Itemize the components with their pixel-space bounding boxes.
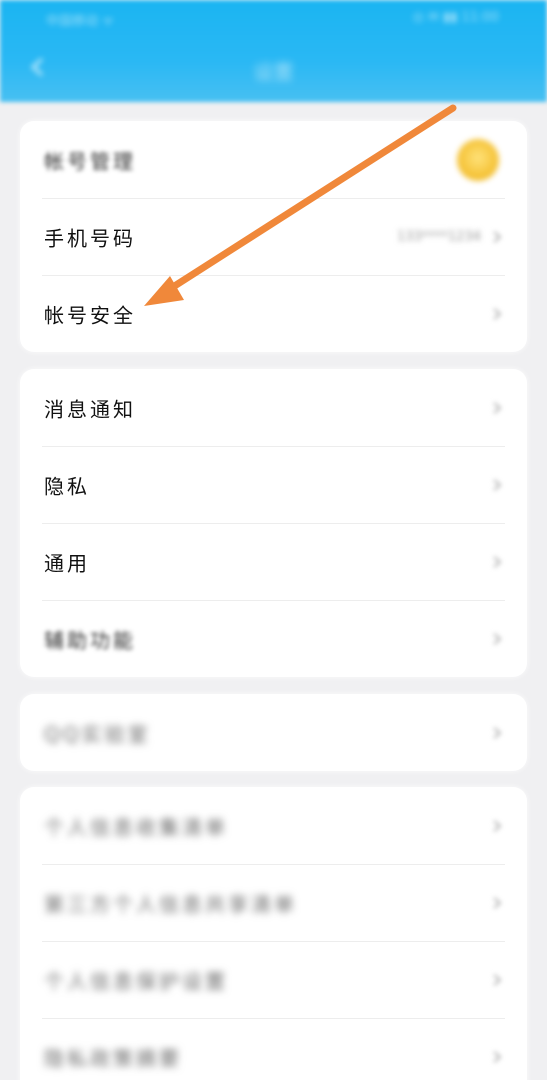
chevron-right-icon [493,819,501,832]
account-security-row[interactable]: 帐号安全 [20,275,527,352]
lab-section: QQ实验室 [20,694,527,771]
page-title: 设置 [253,60,294,84]
carrier-text: 中国移动 ᯤ [46,14,115,29]
phone-number-row[interactable]: 手机号码 133****1234 [20,198,527,275]
personal-info-section: 个人信息收集清单 第三方个人信息共享清单 个人信息保护设置 隐私政策摘要 [20,787,527,1080]
chevron-right-icon [493,555,501,568]
accessibility-row[interactable]: 辅助功能 [20,600,527,677]
general-section: 消息通知 隐私 通用 辅助功能 [20,369,527,677]
info-protection-label: 个人信息保护设置 [44,969,228,993]
chevron-right-icon [493,230,501,243]
chevron-right-icon [493,896,501,909]
privacy-summary-row[interactable]: 隐私政策摘要 [20,1018,527,1080]
privacy-summary-label: 隐私政策摘要 [44,1046,182,1070]
privacy-row[interactable]: 隐私 [20,446,527,523]
chevron-right-icon [493,632,501,645]
avatar[interactable] [457,138,499,181]
accessibility-label: 辅助功能 [44,628,136,652]
general-label: 通用 [44,551,90,575]
chevron-right-icon [493,401,501,414]
phone-number-value: 133****1234 [397,229,481,244]
chevron-right-icon [493,478,501,491]
third-party-sharing-label: 第三方个人信息共享清单 [44,892,297,916]
chevron-right-icon [493,726,501,739]
info-collection-label: 个人信息收集清单 [44,815,228,839]
account-section: 帐号管理 手机号码 133****1234 帐号安全 [20,121,527,352]
info-protection-row[interactable]: 个人信息保护设置 [20,941,527,1018]
notifications-label: 消息通知 [44,397,136,421]
lab-label: QQ实验室 [44,722,151,746]
status-bar: 中国移动 ᯤ ◎ ✉ ▮▮ 11:00 [0,0,547,40]
third-party-sharing-row[interactable]: 第三方个人信息共享清单 [20,864,527,941]
settings-screen: 中国移动 ᯤ ◎ ✉ ▮▮ 11:00 设置 帐号管理 手机号码 133****… [0,0,547,1080]
info-collection-row[interactable]: 个人信息收集清单 [20,787,527,864]
account-security-label: 帐号安全 [44,303,136,327]
general-row[interactable]: 通用 [20,523,527,600]
chevron-right-icon [493,1050,501,1063]
account-management-row[interactable]: 帐号管理 [20,121,527,198]
account-management-label: 帐号管理 [44,149,136,173]
phone-number-label: 手机号码 [44,226,136,250]
notifications-row[interactable]: 消息通知 [20,369,527,446]
chevron-right-icon [493,973,501,986]
privacy-label: 隐私 [44,474,90,498]
chevron-right-icon [493,307,501,320]
status-icons-text: ◎ ✉ ▮▮ 11:00 [412,10,499,25]
lab-row[interactable]: QQ实验室 [20,694,527,771]
